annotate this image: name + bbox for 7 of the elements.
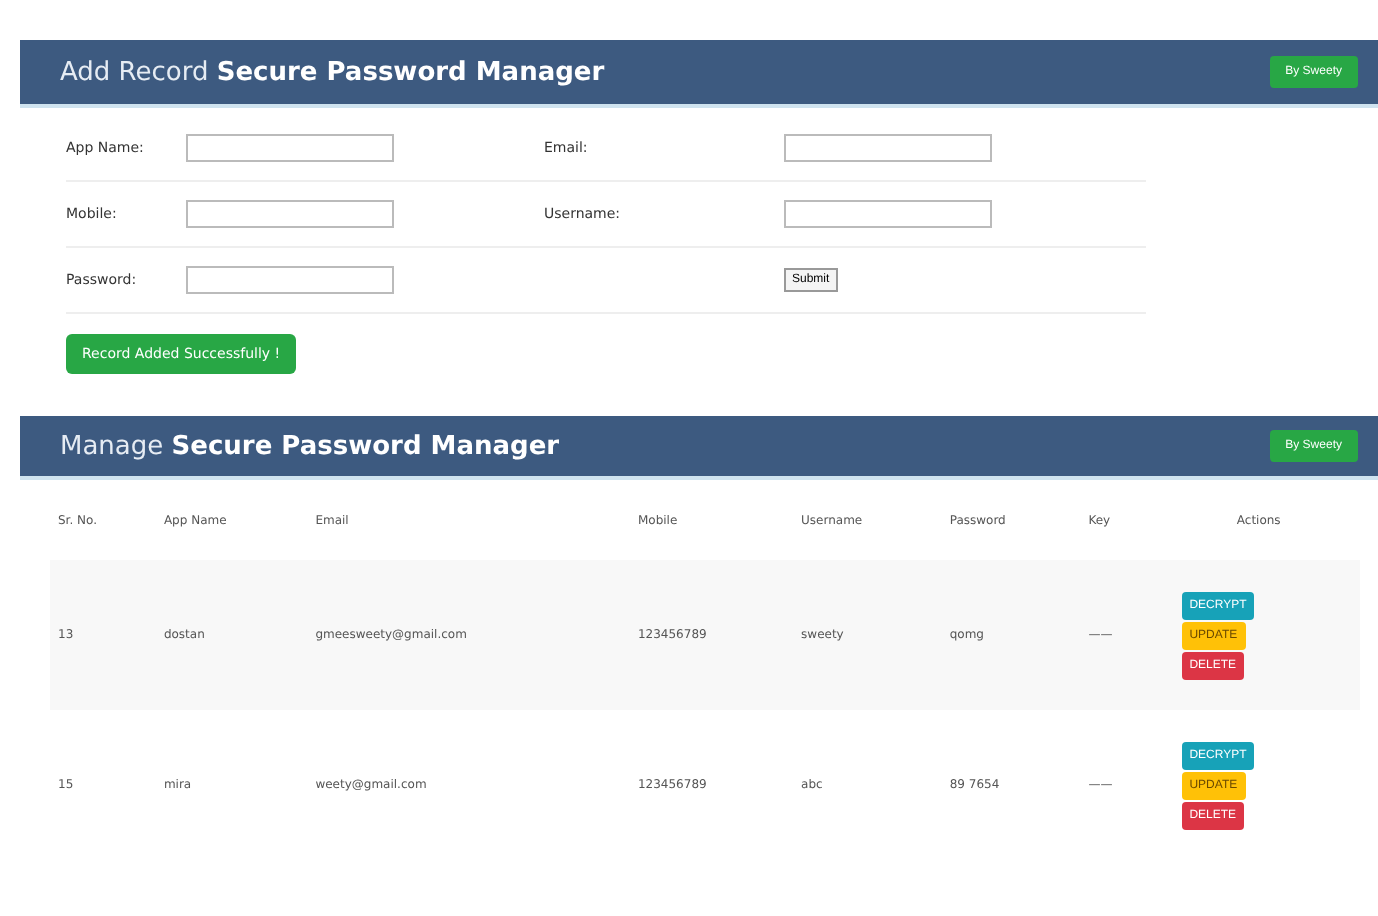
input-field[interactable] (784, 200, 992, 228)
panel-title: Manage Secure Password Manager (60, 431, 560, 461)
input-field[interactable] (186, 200, 394, 228)
panel-title: Add Record Secure Password Manager (60, 57, 605, 87)
input-field[interactable] (186, 266, 394, 294)
input-field[interactable] (784, 134, 992, 162)
input-field[interactable] (186, 134, 394, 162)
